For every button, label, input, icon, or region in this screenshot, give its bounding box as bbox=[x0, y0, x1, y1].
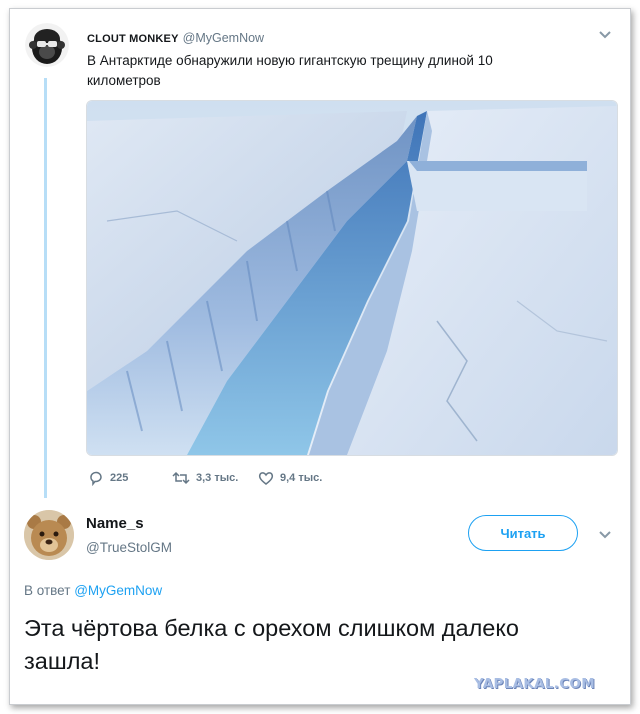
retweet-count: 3,3 тыс. bbox=[196, 472, 239, 484]
retweet-action[interactable]: 3,3 тыс. bbox=[172, 470, 238, 486]
reply-prefix: В ответ bbox=[24, 583, 71, 598]
watermark: YAPLAKAL.COM bbox=[474, 676, 595, 692]
avatar-clout-monkey[interactable] bbox=[25, 23, 69, 67]
chevron-down-icon[interactable] bbox=[598, 30, 612, 40]
tweet2-display-name[interactable]: Name_s bbox=[86, 515, 144, 532]
tweet1-text: В Антарктиде обнаружили новую гигантскую… bbox=[87, 53, 493, 88]
reply-action[interactable]: 225 bbox=[88, 470, 128, 486]
like-action[interactable]: 9,4 тыс. bbox=[258, 470, 322, 486]
reply-to-link[interactable]: @MyGemNow bbox=[74, 583, 162, 598]
retweet-icon bbox=[172, 471, 190, 485]
tweet1-header: CLOUT MONKEY @MyGemNow bbox=[87, 31, 264, 45]
like-icon bbox=[258, 472, 274, 485]
tweet2-handle[interactable]: @TrueStolGM bbox=[86, 540, 172, 555]
thread-connector bbox=[44, 78, 47, 498]
follow-button[interactable]: Читать bbox=[468, 515, 578, 551]
reply-context: В ответ @MyGemNow bbox=[24, 583, 162, 598]
tweet2-text: Эта чёртова белка с орехом слишком далек… bbox=[24, 615, 519, 674]
tweet1-photo-antarctic-crack[interactable] bbox=[86, 100, 618, 456]
chevron-down-icon[interactable] bbox=[598, 530, 612, 540]
reply-count: 225 bbox=[110, 472, 129, 484]
tweet1-display-name[interactable]: CLOUT MONKEY bbox=[87, 33, 179, 45]
avatar-name-s[interactable] bbox=[24, 510, 74, 560]
reply-icon bbox=[90, 471, 102, 486]
tweet1-handle[interactable]: @MyGemNow bbox=[183, 31, 264, 45]
like-count: 9,4 тыс. bbox=[280, 472, 323, 484]
